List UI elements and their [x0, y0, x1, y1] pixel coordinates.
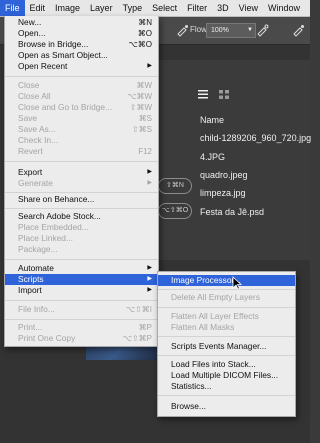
- menu-separator: [158, 355, 295, 356]
- menu-separator: [5, 76, 158, 77]
- menu-3d[interactable]: 3D: [212, 0, 234, 16]
- menu-filter[interactable]: Filter: [182, 0, 212, 16]
- menu-item-file-info[interactable]: File Info... ⌥⇧⌘I: [5, 304, 158, 315]
- submenu-item-delete-all-empty-layers[interactable]: Delete All Empty Layers: [158, 292, 295, 303]
- name-column-header: Name: [200, 115, 225, 125]
- menu-item-import[interactable]: Import ▶: [5, 285, 158, 296]
- submenu-item-load-files-into-stack[interactable]: Load Files into Stack...: [158, 359, 295, 370]
- menu-item-open-recent[interactable]: Open Recent ▶: [5, 61, 158, 72]
- recent-file-item[interactable]: quadro.jpeg: [200, 170, 248, 180]
- submenu-item-flatten-all-layer-effects[interactable]: Flatten All Layer Effects: [158, 311, 295, 322]
- recent-file-item[interactable]: child-1289206_960_720.jpg: [200, 133, 311, 143]
- menu-file[interactable]: File: [0, 0, 25, 16]
- menu-item-print-one-copy[interactable]: Print One Copy ⌥⇧⌘P: [5, 333, 158, 344]
- menu-separator: [158, 289, 295, 290]
- menu-item-new[interactable]: New... ⌘N: [5, 17, 158, 28]
- menu-view[interactable]: View: [234, 0, 263, 16]
- grid-view-icon[interactable]: [219, 90, 229, 99]
- menu-item-revert[interactable]: Revert F12: [5, 146, 158, 157]
- menu-item-open-as-smart-object[interactable]: Open as Smart Object...: [5, 50, 158, 61]
- menu-item-package[interactable]: Package...: [5, 244, 158, 255]
- submenu-arrow-icon: ▶: [147, 287, 152, 293]
- menu-edit[interactable]: Edit: [25, 0, 51, 16]
- mouse-cursor-icon: [232, 276, 242, 290]
- menu-layer[interactable]: Layer: [85, 0, 118, 16]
- menu-separator: [5, 300, 158, 301]
- submenu-item-browse[interactable]: Browse...: [158, 401, 295, 412]
- shortcut-pill: ⇧⌘N: [158, 178, 192, 194]
- submenu-item-flatten-all-masks[interactable]: Flatten All Masks: [158, 322, 295, 333]
- menu-bar: File Edit Image Layer Type Select Filter…: [0, 0, 310, 17]
- submenu-arrow-icon: ▶: [147, 169, 152, 175]
- menu-separator: [5, 319, 158, 320]
- menu-item-close-all[interactable]: Close All ⌥⌘W: [5, 91, 158, 102]
- menu-select[interactable]: Select: [147, 0, 182, 16]
- recent-file-item[interactable]: 4.JPG: [200, 152, 225, 162]
- menu-item-print[interactable]: Print... ⌘P: [5, 322, 158, 333]
- menu-separator: [158, 307, 295, 308]
- menu-item-browse-in-bridge[interactable]: Browse in Bridge... ⌥⌘O: [5, 39, 158, 50]
- menu-separator: [158, 336, 295, 337]
- menu-item-open[interactable]: Open... ⌘O: [5, 28, 158, 39]
- menu-item-place-linked[interactable]: Place Linked...: [5, 233, 158, 244]
- submenu-item-load-multiple-dicom-files[interactable]: Load Multiple DICOM Files...: [158, 370, 295, 381]
- menu-separator: [158, 395, 295, 396]
- menu-item-generate[interactable]: Generate ▶: [5, 178, 158, 189]
- menu-item-search-adobe-stock[interactable]: Search Adobe Stock...: [5, 211, 158, 222]
- recent-file-item[interactable]: limpeza.jpg: [200, 188, 246, 198]
- menu-separator: [5, 259, 158, 260]
- submenu-arrow-icon: ▶: [147, 276, 152, 282]
- menu-item-place-embedded[interactable]: Place Embedded...: [5, 222, 158, 233]
- scripts-submenu: Image Processor... Delete All Empty Laye…: [157, 271, 296, 417]
- airbrush-icon[interactable]: [176, 23, 190, 37]
- menu-item-save-as[interactable]: Save As... ⇧⌘S: [5, 124, 158, 135]
- menu-item-share-on-behance[interactable]: Share on Behance...: [5, 194, 158, 205]
- submenu-arrow-icon: ▶: [147, 180, 152, 186]
- submenu-item-statistics[interactable]: Statistics...: [158, 381, 295, 392]
- smoothing-brush-icon[interactable]: [256, 23, 270, 37]
- chevron-down-icon[interactable]: ▼: [247, 24, 253, 37]
- list-view-icon[interactable]: [198, 90, 208, 99]
- menu-image[interactable]: Image: [50, 0, 85, 16]
- flow-field[interactable]: 100% ▼: [206, 23, 256, 38]
- pressure-brush-icon[interactable]: [292, 23, 306, 37]
- menu-item-check-in[interactable]: Check In...: [5, 135, 158, 146]
- menu-window[interactable]: Window: [263, 0, 305, 16]
- file-menu: New... ⌘N Open... ⌘O Browse in Bridge... ⌥⌘…: [4, 16, 159, 347]
- menu-item-close[interactable]: Close ⌘W: [5, 80, 158, 91]
- submenu-item-scripts-events-manager[interactable]: Scripts Events Manager...: [158, 341, 295, 352]
- menu-type[interactable]: Type: [118, 0, 148, 16]
- menu-item-export[interactable]: Export ▶: [5, 167, 158, 178]
- menu-item-scripts[interactable]: Scripts ▶: [5, 274, 158, 285]
- shortcut-pill: ⌥⇧⌘O: [158, 203, 192, 219]
- menu-separator: [5, 208, 158, 209]
- menu-separator: [5, 192, 158, 193]
- menu-item-close-and-go-to-bridge[interactable]: Close and Go to Bridge... ⇧⌘W: [5, 102, 158, 113]
- menu-item-automate[interactable]: Automate ▶: [5, 263, 158, 274]
- submenu-arrow-icon: ▶: [147, 63, 152, 69]
- menu-item-save[interactable]: Save ⌘S: [5, 113, 158, 124]
- submenu-arrow-icon: ▶: [147, 265, 152, 271]
- menu-separator: [5, 161, 158, 162]
- flow-value: 100%: [211, 27, 229, 34]
- recent-file-item[interactable]: Festa da Jê.psd: [200, 207, 264, 217]
- submenu-item-image-processor[interactable]: Image Processor...: [158, 275, 295, 286]
